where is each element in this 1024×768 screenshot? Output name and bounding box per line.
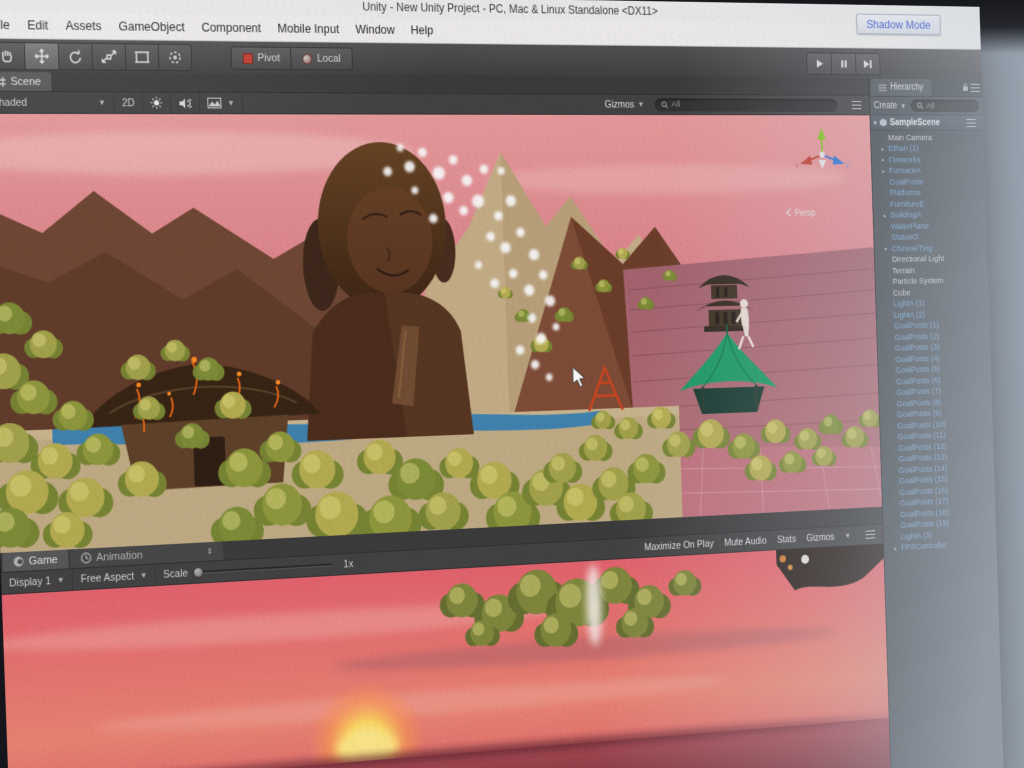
menu-item-edit[interactable]: Edit	[18, 18, 57, 32]
menu-item-component[interactable]: Component	[193, 21, 270, 36]
updown-icon: ⇕	[207, 547, 214, 556]
chevron-down-icon: ▼	[845, 532, 851, 540]
scene-grid-icon	[0, 76, 6, 86]
scene-gizmos-dropdown[interactable]: Gizmos	[604, 99, 634, 110]
step-icon	[863, 59, 873, 69]
photo-of-monitor: { "window": { "title": "Unity - New Unit…	[0, 0, 1024, 768]
local-icon	[302, 53, 312, 64]
menu-item-file[interactable]: File	[0, 18, 19, 32]
audio-toggle-button[interactable]	[171, 93, 201, 114]
chevron-down-icon: ▼	[227, 99, 235, 108]
hierarchy-search-input[interactable]: All	[911, 99, 979, 112]
menu-item-help[interactable]: Help	[403, 23, 442, 37]
rect-tool-icon	[132, 49, 151, 65]
scene-viewport-render: x z Persp	[0, 114, 882, 553]
unity-scene-icon	[880, 118, 887, 126]
scene-viewport[interactable]: x z Persp	[0, 114, 882, 553]
chevron-down-icon: ▼	[57, 576, 65, 585]
display-dropdown[interactable]: Display 1▼	[1, 569, 74, 594]
tab-game[interactable]: Game	[2, 550, 69, 572]
views-column: Scene Shaded▼ 2D	[0, 72, 892, 768]
chevron-down-icon: ▼	[98, 98, 106, 107]
lighting-icon	[151, 96, 164, 109]
transform-tool-button[interactable]	[159, 44, 193, 72]
play-icon	[815, 59, 824, 69]
hierarchy-list: Main Camera▸Ethan (1)▸Fireworks▸FurnaceA…	[871, 130, 1004, 768]
hand-tool-button[interactable]	[0, 42, 26, 70]
window-title: Unity - New Unity Project - PC, Mac & Li…	[362, 0, 658, 18]
playback-controls	[806, 52, 880, 75]
step-button[interactable]	[856, 53, 881, 75]
svg-text:Persp: Persp	[795, 209, 816, 219]
hierarchy-item[interactable]: ▸FurnaceA	[872, 165, 985, 177]
rotate-tool-button[interactable]	[59, 43, 94, 71]
scale-tool-button[interactable]	[92, 43, 126, 71]
shading-mode-dropdown[interactable]: Shaded▼	[0, 92, 115, 113]
game-view-icon	[13, 556, 24, 568]
lock-icon[interactable]	[962, 83, 968, 92]
hierarchy-tabbar: Hierarchy	[869, 78, 982, 97]
rotate-tool-icon	[66, 49, 86, 65]
chevron-down-icon: ▼	[900, 102, 906, 110]
menu-item-window[interactable]: Window	[347, 23, 403, 37]
scene-search-input[interactable]: All	[655, 98, 838, 111]
clock-icon	[81, 552, 92, 563]
menu-item-mobile-input[interactable]: Mobile Input	[269, 22, 347, 36]
toggle-2d-button[interactable]: 2D	[114, 92, 144, 113]
game-stats-button[interactable]: Stats	[777, 533, 796, 545]
game-mute-audio-button[interactable]: Mute Audio	[724, 535, 767, 548]
scale-slider-track[interactable]	[195, 563, 332, 574]
game-maximize-on-play-button[interactable]: Maximize On Play	[644, 538, 714, 553]
pivot-icon	[243, 53, 253, 64]
local-button[interactable]: Local	[291, 47, 352, 71]
create-dropdown[interactable]: Create ▼	[874, 101, 907, 111]
axis-x-label: x	[795, 161, 798, 169]
scene-toolbar: Shaded▼ 2D ▼ Gizmos	[0, 92, 869, 116]
chevron-down-icon: ▼	[140, 571, 148, 580]
game-gizmos-button[interactable]: Gizmos	[806, 531, 834, 543]
hierarchy-scene-header[interactable]: ▾ SampleScene	[870, 115, 983, 130]
menu-item-assets[interactable]: Assets	[57, 19, 111, 34]
lighting-toggle-button[interactable]	[143, 93, 172, 114]
scale-tool-icon	[99, 49, 119, 65]
pause-icon	[839, 59, 848, 69]
hierarchy-item[interactable]: ▸Ethan (1)	[871, 143, 984, 154]
effects-icon	[208, 98, 222, 109]
search-icon	[661, 101, 668, 108]
workspace: Scene Shaded▼ 2D	[0, 72, 1004, 768]
axis-z-label: z	[846, 161, 849, 169]
chevron-expand-icon: ▾	[873, 118, 876, 126]
scene-toolbar-right: Gizmos ▼ All	[604, 95, 866, 115]
tab-hierarchy[interactable]: Hierarchy	[871, 79, 932, 96]
move-tool-icon	[32, 48, 52, 64]
monitor-screen: Unity - New Unity Project - PC, Mac & Li…	[0, 0, 1004, 768]
hierarchy-item[interactable]: ▸Fireworks	[871, 154, 984, 166]
audio-icon	[179, 97, 192, 109]
tab-scene[interactable]: Scene	[0, 72, 52, 91]
panel-menu-icon[interactable]	[971, 83, 980, 91]
pivot-local-group: Pivot Local	[230, 46, 352, 70]
menu-items: FileEditAssetsGameObjectComponentMobile …	[0, 18, 441, 37]
panel-menu-icon[interactable]	[866, 530, 876, 539]
pivot-button[interactable]: Pivot	[230, 46, 292, 70]
search-icon	[917, 102, 923, 109]
hierarchy-create-row: Create ▼ All	[870, 97, 983, 116]
hand-tool-icon	[0, 48, 18, 64]
hierarchy-panel: Hierarchy Create ▼ All ▾	[869, 78, 1004, 768]
rect-tool-button[interactable]	[126, 43, 160, 71]
panel-menu-icon[interactable]	[852, 101, 862, 109]
scale-slider-knob[interactable]	[193, 567, 204, 578]
play-button[interactable]	[806, 52, 832, 75]
transform-tools-group	[0, 42, 192, 71]
panel-menu-icon[interactable]	[966, 119, 975, 127]
transform-tool-icon	[165, 50, 184, 66]
hierarchy-item[interactable]: Main Camera	[871, 132, 984, 143]
menu-item-gameobject[interactable]: GameObject	[110, 19, 194, 34]
shadow-mode-button[interactable]: Shadow Mode	[856, 14, 941, 36]
chevron-down-icon: ▼	[638, 100, 645, 108]
pause-button[interactable]	[831, 53, 856, 76]
effects-dropdown[interactable]: ▼	[200, 93, 243, 113]
move-tool-button[interactable]	[25, 42, 60, 70]
hierarchy-icon	[879, 84, 887, 91]
